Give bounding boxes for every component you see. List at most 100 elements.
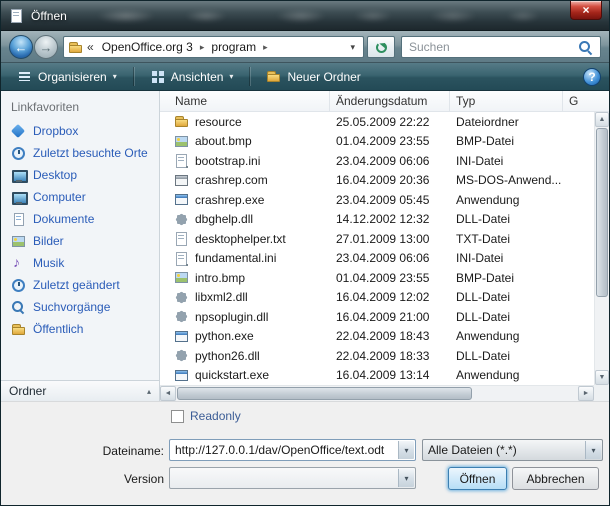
sidebar-item-label: Dropbox	[33, 124, 78, 138]
recent-changed-icon	[11, 278, 26, 293]
sidebar-item-public[interactable]: Öffentlich	[1, 318, 159, 340]
views-button[interactable]: Ansichten ▾	[142, 66, 242, 87]
file-date: 23.04.2009 05:45	[330, 193, 450, 207]
column-header-size[interactable]: G	[563, 91, 609, 111]
filename-dropdown-icon[interactable]: ▾	[398, 441, 414, 459]
file-row[interactable]: about.bmp 01.04.2009 23:55 BMP-Datei	[160, 132, 594, 152]
sidebar-item-desktop[interactable]: Desktop	[1, 164, 159, 186]
breadcrumb-overflow-icon[interactable]: «	[85, 40, 96, 54]
file-type: TXT-Datei	[450, 232, 563, 246]
search-icon[interactable]	[578, 40, 593, 55]
dll-file-icon	[174, 290, 189, 305]
exe-file-icon	[174, 368, 189, 383]
toolbar-separator	[133, 67, 134, 86]
sidebar-item-documents[interactable]: Dokumente	[1, 208, 159, 230]
organize-button[interactable]: Organisieren ▾	[9, 66, 125, 87]
file-row[interactable]: bootstrap.ini 23.04.2009 06:06 INI-Datei	[160, 151, 594, 171]
file-date: 22.04.2009 18:33	[330, 349, 450, 363]
scroll-down-button[interactable]: ▼	[595, 370, 609, 385]
refresh-button[interactable]	[367, 36, 395, 58]
com-file-icon	[174, 173, 189, 188]
file-row[interactable]: python26.dll 22.04.2009 18:33 DLL-Datei	[160, 346, 594, 366]
cancel-button[interactable]: Abbrechen	[512, 467, 599, 490]
address-breadcrumb[interactable]: « OpenOffice.org 3 ▸ program ▸ ▾	[63, 36, 364, 58]
search-input[interactable]: Suchen	[401, 36, 601, 58]
searches-icon	[11, 300, 26, 315]
file-row[interactable]: fundamental.ini 23.04.2009 06:06 INI-Dat…	[160, 249, 594, 269]
vertical-scrollbar[interactable]: ▲ ▼	[594, 112, 609, 385]
open-button[interactable]: Öffnen	[448, 467, 507, 490]
file-list-area: Name Änderungsdatum Typ G resource 25.05…	[160, 91, 609, 401]
file-row[interactable]: libxml2.dll 16.04.2009 12:02 DLL-Datei	[160, 288, 594, 308]
horizontal-scrollbar[interactable]: ◄ ►	[160, 385, 594, 401]
column-header-date[interactable]: Änderungsdatum	[330, 91, 450, 111]
column-header-name[interactable]: Name	[160, 91, 330, 111]
sidebar-item-recent-places[interactable]: Zuletzt besuchte Orte	[1, 142, 159, 164]
column-header-type[interactable]: Typ	[450, 91, 563, 111]
help-button[interactable]: ?	[583, 68, 601, 86]
file-date: 01.04.2009 23:55	[330, 271, 450, 285]
file-name: crashrep.exe	[195, 193, 264, 207]
file-name: about.bmp	[195, 134, 252, 148]
close-button[interactable]: ×	[570, 1, 602, 20]
new-folder-icon	[266, 69, 281, 84]
scroll-right-button[interactable]: ►	[578, 386, 594, 401]
file-type: Anwendung	[450, 193, 563, 207]
version-combobox[interactable]: ▾	[169, 467, 416, 489]
file-type: DLL-Datei	[450, 310, 563, 324]
file-name: python26.dll	[195, 349, 260, 363]
readonly-checkbox[interactable]	[171, 410, 184, 423]
titlebar[interactable]: Öffnen ×	[1, 1, 609, 31]
file-date: 22.04.2009 18:43	[330, 329, 450, 343]
back-button[interactable]: ←	[9, 35, 33, 59]
scroll-left-button[interactable]: ◄	[160, 386, 176, 401]
filename-value[interactable]: http://127.0.0.1/dav/OpenOffice/text.odt	[175, 443, 396, 457]
sidebar-item-recent-changed[interactable]: Zuletzt geändert	[1, 274, 159, 296]
file-date: 25.05.2009 22:22	[330, 115, 450, 129]
cancel-button-label: Abbrechen	[526, 472, 584, 486]
breadcrumb-separator-icon[interactable]: ▸	[262, 42, 269, 53]
sidebar-item-label: Dokumente	[33, 212, 94, 226]
dll-file-icon	[174, 309, 189, 324]
sidebar-item-pictures[interactable]: Bilder	[1, 230, 159, 252]
app-icon	[9, 8, 24, 23]
sidebar-item-music[interactable]: Musik	[1, 252, 159, 274]
file-row[interactable]: dbghelp.dll 14.12.2002 12:32 DLL-Datei	[160, 210, 594, 230]
public-icon	[11, 322, 26, 337]
sidebar-item-computer[interactable]: Computer	[1, 186, 159, 208]
filename-combobox[interactable]: http://127.0.0.1/dav/OpenOffice/text.odt…	[169, 439, 416, 461]
file-list-header: Name Änderungsdatum Typ G	[160, 91, 609, 112]
file-type: Anwendung	[450, 329, 563, 343]
folders-expander[interactable]: Ordner ▴	[1, 380, 159, 401]
scroll-up-button[interactable]: ▲	[595, 112, 609, 127]
command-toolbar: Organisieren ▾ Ansichten ▾ Neuer Ordner …	[1, 63, 609, 91]
file-row[interactable]: desktophelper.txt 27.01.2009 13:00 TXT-D…	[160, 229, 594, 249]
address-dropdown-icon[interactable]: ▾	[346, 42, 359, 53]
file-row[interactable]: npsoplugin.dll 16.04.2009 21:00 DLL-Date…	[160, 307, 594, 327]
breadcrumb-item-program[interactable]: program	[207, 40, 260, 54]
sidebar-item-label: Computer	[33, 190, 86, 204]
vertical-scroll-thumb[interactable]	[596, 128, 608, 297]
breadcrumb-separator-icon[interactable]: ▸	[199, 42, 206, 53]
file-row[interactable]: intro.bmp 01.04.2009 23:55 BMP-Datei	[160, 268, 594, 288]
sidebar-item-dropbox[interactable]: Dropbox	[1, 120, 159, 142]
new-folder-button[interactable]: Neuer Ordner	[258, 66, 368, 87]
filetype-combobox[interactable]: Alle Dateien (*.*) ▾	[422, 439, 603, 461]
file-row[interactable]: python.exe 22.04.2009 18:43 Anwendung	[160, 327, 594, 347]
file-row[interactable]: crashrep.com 16.04.2009 20:36 MS-DOS-Anw…	[160, 171, 594, 191]
horizontal-scroll-thumb[interactable]	[177, 387, 472, 400]
file-date: 01.04.2009 23:55	[330, 134, 450, 148]
filetype-dropdown-icon[interactable]: ▾	[585, 441, 601, 459]
version-dropdown-icon[interactable]: ▾	[398, 469, 414, 487]
txt-file-icon	[174, 231, 189, 246]
file-row[interactable]: quickstart.exe 16.04.2009 13:14 Anwendun…	[160, 366, 594, 386]
file-date: 16.04.2009 21:00	[330, 310, 450, 324]
file-type: Anwendung	[450, 368, 563, 382]
sidebar-item-searches[interactable]: Suchvorgänge	[1, 296, 159, 318]
file-row[interactable]: resource 25.05.2009 22:22 Dateiordner	[160, 112, 594, 132]
breadcrumb-item-openoffice[interactable]: OpenOffice.org 3	[98, 40, 197, 54]
scroll-left-icon: ◄	[165, 390, 172, 397]
readonly-option[interactable]: Readonly	[171, 409, 241, 423]
file-row[interactable]: crashrep.exe 23.04.2009 05:45 Anwendung	[160, 190, 594, 210]
forward-button[interactable]: →	[34, 35, 58, 59]
